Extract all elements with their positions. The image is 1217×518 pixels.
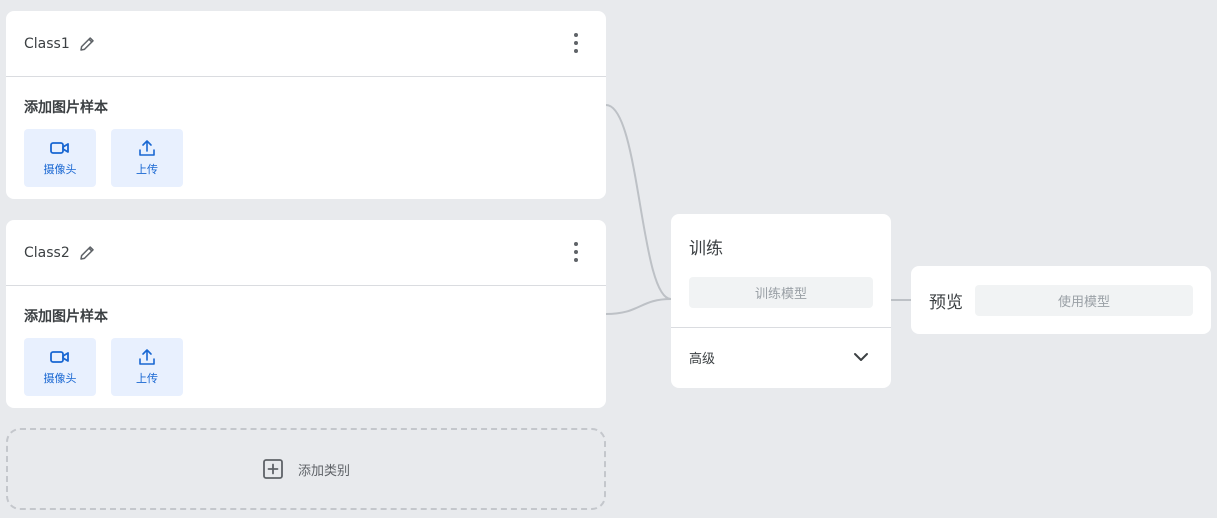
- webcam-button[interactable]: 摄像头: [24, 129, 96, 187]
- preview-card: 预览 使用模型: [911, 266, 1211, 334]
- preview-title: 预览: [929, 292, 963, 313]
- class-card-header: Class1: [6, 11, 606, 77]
- class-card-header: Class2: [6, 220, 606, 286]
- more-vertical-icon[interactable]: [568, 240, 584, 264]
- train-model-button[interactable]: 训练模型: [689, 277, 873, 308]
- upload-icon: [137, 348, 157, 366]
- upload-icon: [137, 139, 157, 157]
- video-camera-icon: [50, 348, 70, 366]
- chevron-down-icon[interactable]: [851, 349, 871, 365]
- use-model-button[interactable]: 使用模型: [975, 284, 1193, 316]
- upload-label: 上传: [136, 372, 158, 385]
- webcam-label: 摄像头: [43, 163, 77, 176]
- add-class-button[interactable]: 添加类别: [6, 428, 606, 510]
- class-card-2: Class2 添加图片样本 摄像头 上传: [6, 220, 606, 408]
- training-title: 训练: [689, 239, 723, 259]
- sample-buttons: 摄像头 上传: [24, 338, 606, 396]
- video-camera-icon: [50, 139, 70, 157]
- add-class-label: 添加类别: [297, 463, 350, 479]
- plus-square-icon: [262, 458, 284, 480]
- webcam-button[interactable]: 摄像头: [24, 338, 96, 396]
- upload-label: 上传: [136, 163, 158, 176]
- webcam-label: 摄像头: [43, 372, 77, 385]
- samples-title: 添加图片样本: [24, 100, 108, 116]
- class-name[interactable]: Class2: [24, 245, 70, 261]
- connector-class2-train: [605, 298, 672, 315]
- more-vertical-icon[interactable]: [568, 31, 584, 55]
- teachable-machine-workspace: Class1 添加图片样本 摄像头 上传 Class2 添加图片样本 摄像头 上…: [0, 0, 1217, 518]
- advanced-label[interactable]: 高级: [689, 348, 715, 367]
- class-name[interactable]: Class1: [24, 36, 70, 52]
- samples-title: 添加图片样本: [24, 309, 108, 325]
- divider: [671, 327, 891, 328]
- upload-button[interactable]: 上传: [111, 338, 183, 396]
- pencil-icon[interactable]: [78, 35, 96, 53]
- connector-class1-train: [605, 104, 672, 300]
- upload-button[interactable]: 上传: [111, 129, 183, 187]
- class-card-1: Class1 添加图片样本 摄像头 上传: [6, 11, 606, 199]
- sample-buttons: 摄像头 上传: [24, 129, 606, 187]
- training-card: 训练 训练模型 高级: [671, 214, 891, 388]
- pencil-icon[interactable]: [78, 244, 96, 262]
